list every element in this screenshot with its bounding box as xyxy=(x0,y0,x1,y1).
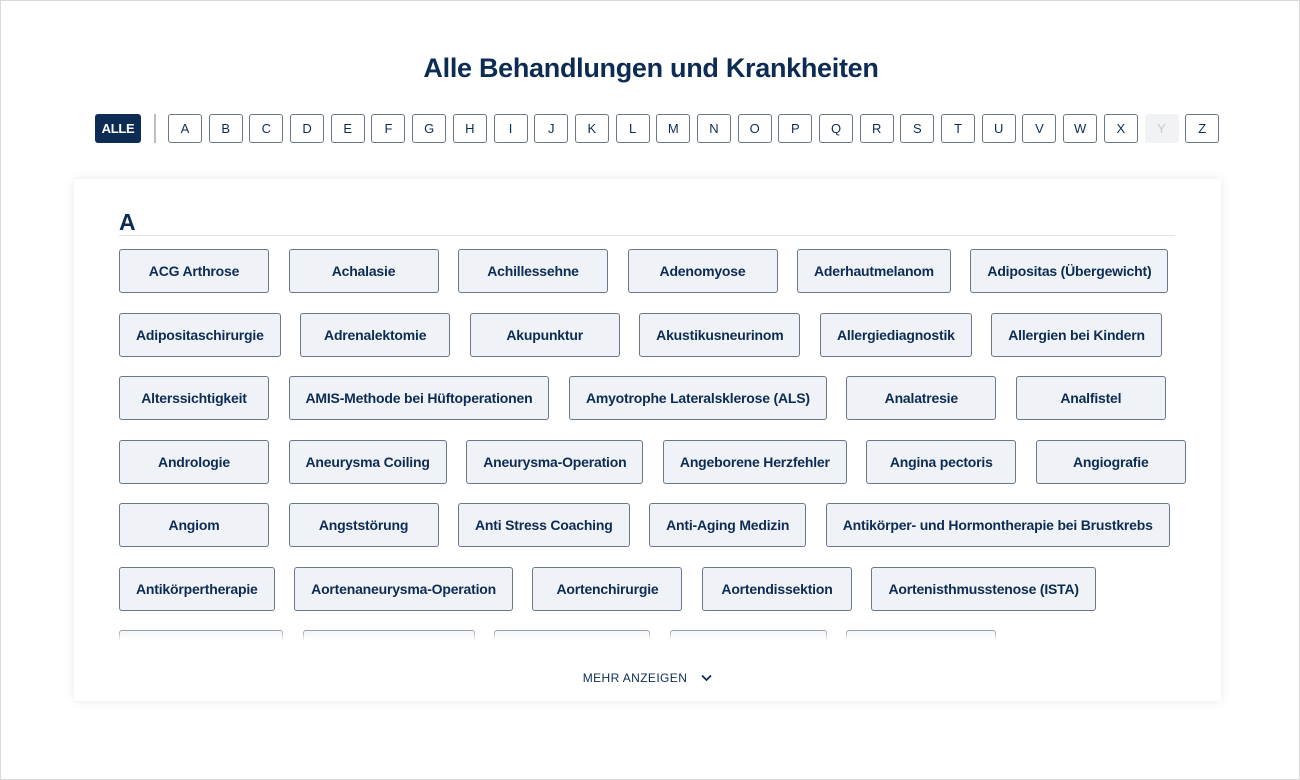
treatment-tag[interactable]: ACG Arthrose xyxy=(119,249,269,293)
filter-letter-h[interactable]: H xyxy=(452,113,487,143)
tag-list: ACG Arthrose Achalasie Achillessehne Adenom… xyxy=(119,249,1189,641)
treatment-tag[interactable]: Anti-Aging Medizin xyxy=(649,503,807,547)
treatment-tag[interactable]: Adipositaschirurgie xyxy=(119,312,281,357)
filter-all-button[interactable]: ALLE xyxy=(95,113,141,143)
treatment-tag[interactable]: Antikörpertherapie xyxy=(119,566,275,611)
treatment-tag[interactable]: Angiom xyxy=(119,503,269,547)
treatment-tag[interactable]: Akustikusneurinom xyxy=(639,312,801,357)
filter-letter-d[interactable]: D xyxy=(290,113,325,143)
filter-letter-y: Y xyxy=(1144,113,1179,143)
filter-letter-z[interactable]: Z xyxy=(1185,113,1220,143)
filter-letter-o[interactable]: O xyxy=(737,113,772,143)
filter-letter-r[interactable]: R xyxy=(859,113,894,143)
page-title: Alle Behandlungen und Krankheiten xyxy=(423,53,879,83)
treatment-tag[interactable]: Angeborene Herzfehler xyxy=(662,439,847,484)
filter-divider xyxy=(154,113,156,143)
treatment-tag[interactable]: Aortendissektion xyxy=(701,566,852,611)
filter-letter-b[interactable]: B xyxy=(208,113,243,143)
treatment-tag[interactable]: Angiografie xyxy=(1035,439,1186,484)
treatment-tag[interactable]: Achalasie xyxy=(288,249,439,293)
tag-list-viewport: ACG Arthrose Achalasie Achillessehne Adenom… xyxy=(119,249,1189,641)
filter-letter-j[interactable]: J xyxy=(534,113,569,143)
treatment-tag[interactable]: Andrologie xyxy=(119,439,269,484)
letter-buttons: ABCDEFGHIJKLMNOPQRSTUVWXYZ xyxy=(168,113,1226,143)
treatment-tag[interactable]: Akupunktur xyxy=(469,312,620,357)
treatment-tag[interactable]: Adipositas (Übergewicht) xyxy=(970,249,1169,293)
treatment-tag[interactable]: Aneurysma Coiling xyxy=(288,439,447,484)
filter-letter-f[interactable]: F xyxy=(371,113,406,143)
filter-letter-x[interactable]: X xyxy=(1103,113,1138,143)
treatment-tag[interactable]: Aortenchirurgie xyxy=(532,566,683,611)
filter-letter-e[interactable]: E xyxy=(330,113,365,143)
filter-letter-k[interactable]: K xyxy=(574,113,609,143)
treatment-tag[interactable]: Analatresie xyxy=(846,376,997,420)
cut-off-fade xyxy=(119,629,1189,641)
treatment-tag[interactable]: Anti Stress Coaching xyxy=(458,503,630,547)
filter-letter-a[interactable]: A xyxy=(168,113,202,143)
treatment-tag[interactable]: Amyotrophe Lateralsklerose (ALS) xyxy=(568,376,827,420)
show-more-button[interactable]: MEHR ANZEIGEN xyxy=(74,671,1221,685)
filter-letter-s[interactable]: S xyxy=(900,113,935,143)
treatment-tag[interactable]: Achillessehne xyxy=(458,249,608,293)
filter-letter-m[interactable]: M xyxy=(656,113,691,143)
filter-letter-q[interactable]: Q xyxy=(819,113,853,143)
treatment-tag[interactable]: Aortenaneurysma-Operation xyxy=(294,566,513,611)
filter-letter-p[interactable]: P xyxy=(778,113,813,143)
filter-letter-i[interactable]: I xyxy=(493,113,528,143)
treatment-tag[interactable]: Allergiediagnostik xyxy=(819,312,972,357)
treatment-tag[interactable]: Angina pectoris xyxy=(866,439,1017,484)
filter-letter-g[interactable]: G xyxy=(412,113,447,143)
treatment-tag[interactable]: Aneurysma-Operation xyxy=(466,439,644,484)
section-letter-heading: A xyxy=(119,209,136,235)
filter-letter-n[interactable]: N xyxy=(696,113,731,143)
show-more-label: MEHR ANZEIGEN xyxy=(582,671,688,685)
treatment-tag[interactable]: Adenomyose xyxy=(627,249,778,293)
treatment-tag[interactable]: Antikörper- und Hormontherapie bei Brust… xyxy=(825,503,1170,547)
treatment-tag[interactable]: Aderhautmelanom xyxy=(797,249,951,293)
filter-letter-t[interactable]: T xyxy=(941,113,976,143)
treatment-tag[interactable]: Aortenisthmusstenose (ISTA) xyxy=(871,566,1096,611)
filter-letter-l[interactable]: L xyxy=(615,113,650,143)
treatment-tag[interactable]: Allergien bei Kindern xyxy=(991,312,1162,357)
filter-letter-u[interactable]: U xyxy=(981,113,1016,143)
section-divider xyxy=(119,235,1175,236)
filter-letter-v[interactable]: V xyxy=(1022,113,1057,143)
filter-letter-c[interactable]: C xyxy=(249,113,284,143)
alphabet-filter: ALLE ABCDEFGHIJKLMNOPQRSTUVWXYZ xyxy=(95,113,1226,143)
treatment-tag[interactable]: Angststörung xyxy=(288,503,439,547)
filter-letter-w[interactable]: W xyxy=(1063,113,1098,143)
treatment-tag[interactable]: AMIS-Methode bei Hüftoperationen xyxy=(288,376,550,420)
chevron-down-icon xyxy=(701,674,712,682)
treatment-tag[interactable]: Analfistel xyxy=(1015,376,1166,420)
treatments-card: A ACG Arthrose Achalasie Achillessehne Aden… xyxy=(74,179,1221,701)
treatment-tag[interactable]: Alterssichtigkeit xyxy=(119,376,269,420)
treatment-tag[interactable]: Adrenalektomie xyxy=(300,312,451,357)
